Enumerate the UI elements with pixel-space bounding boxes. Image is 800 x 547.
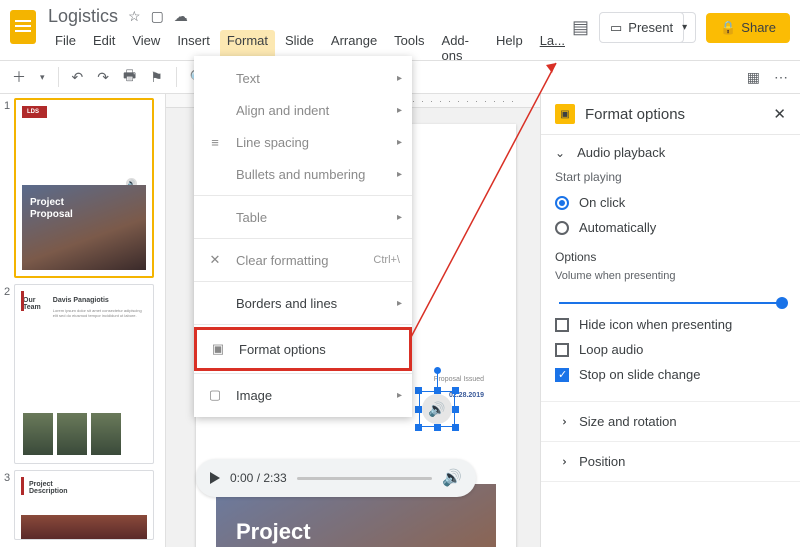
position-section[interactable]: ⌄ Position — [541, 442, 800, 482]
radio-automatically[interactable]: Automatically — [555, 215, 786, 240]
print-button[interactable]: 🖶 — [119, 61, 140, 93]
redo-button[interactable]: ↷ — [93, 65, 113, 90]
format-menu-dropdown: Text▸ Align and indent▸ ≡Line spacing▸ B… — [194, 56, 412, 417]
volume-label: Volume when presenting — [555, 270, 786, 282]
radio-on-click[interactable]: On click — [555, 190, 786, 215]
menu-help[interactable]: Help — [489, 30, 530, 66]
lock-icon: 🔒 — [720, 20, 736, 36]
checkbox-icon — [555, 368, 569, 382]
audio-object-selected[interactable]: 🔊 — [419, 391, 455, 427]
clear-format-icon: ✕ — [206, 252, 224, 268]
submenu-arrow-icon: ▸ — [397, 137, 402, 148]
player-time: 0:00 / 2:33 — [230, 471, 287, 485]
audio-playback-section[interactable]: ⌄ Audio playback — [555, 145, 786, 160]
new-slide-button[interactable]: ＋ — [8, 63, 30, 91]
menu-file[interactable]: File — [48, 30, 83, 66]
slide-thumb-3[interactable]: Project Description — [14, 470, 154, 540]
menu-format-options[interactable]: ▣Format options — [194, 327, 412, 371]
menu-last[interactable]: La... — [533, 30, 572, 66]
meta-label: Proposal Issued — [434, 376, 484, 383]
present-dropdown[interactable]: ▾ — [674, 12, 696, 43]
resize-handle[interactable] — [434, 387, 441, 394]
share-button[interactable]: 🔒 Share — [706, 13, 790, 43]
menu-table[interactable]: Table▸ — [194, 201, 412, 233]
submenu-arrow-icon: ▸ — [397, 73, 402, 84]
menu-addons[interactable]: Add-ons — [435, 30, 486, 66]
submenu-arrow-icon: ▸ — [397, 390, 402, 401]
radio-icon — [555, 221, 569, 235]
check-stop-change[interactable]: Stop on slide change — [555, 362, 786, 387]
submenu-arrow-icon: ▸ — [397, 298, 402, 309]
volume-icon[interactable]: 🔊 — [442, 468, 462, 488]
volume-slider[interactable] — [559, 302, 782, 304]
options-label: Options — [555, 250, 786, 264]
layout-button[interactable]: ▦ — [743, 65, 764, 90]
header: Logistics ☆ ▢ ☁ File Edit View Insert Fo… — [0, 0, 800, 60]
thumb-number: 3 — [4, 470, 14, 540]
size-rotation-section[interactable]: ⌄ Size and rotation — [541, 402, 800, 442]
present-icon: ▭ — [610, 20, 622, 36]
speaker-icon: 🔊 — [422, 394, 452, 424]
move-icon[interactable]: ▢ — [151, 8, 164, 25]
chevron-down-icon: ⌄ — [555, 146, 565, 160]
format-options-panel: ▣ Format options ✕ ⌄ Audio playback Star… — [540, 94, 800, 547]
seek-bar[interactable] — [297, 477, 432, 480]
submenu-arrow-icon: ▸ — [397, 105, 402, 116]
slide-thumb-1[interactable]: LDS 🔊 Project Proposal — [14, 98, 154, 278]
menu-borders-lines[interactable]: Borders and lines▸ — [194, 287, 412, 319]
format-options-icon: ▣ — [555, 104, 575, 124]
menu-line-spacing[interactable]: ≡Line spacing▸ — [194, 126, 412, 158]
check-hide-icon[interactable]: Hide icon when presenting — [555, 312, 786, 337]
image-icon: ▢ — [206, 387, 224, 403]
resize-handle[interactable] — [415, 387, 422, 394]
resize-handle[interactable] — [415, 406, 422, 413]
doc-title[interactable]: Logistics — [48, 6, 118, 27]
undo-button[interactable]: ↶ — [68, 65, 88, 90]
present-button[interactable]: ▭ Present — [599, 12, 684, 43]
paint-format-button[interactable]: ⚑ — [146, 65, 167, 90]
menu-text[interactable]: Text▸ — [194, 62, 412, 94]
menu-clear-formatting[interactable]: ✕Clear formattingCtrl+\ — [194, 244, 412, 276]
chevron-right-icon: ⌄ — [555, 456, 569, 466]
thumb-lds-badge: LDS — [22, 106, 47, 118]
resize-handle[interactable] — [452, 424, 459, 431]
panel-title: Format options — [585, 106, 685, 123]
resize-handle[interactable] — [452, 406, 459, 413]
checkbox-icon — [555, 343, 569, 357]
close-button[interactable]: ✕ — [773, 105, 786, 123]
start-playing-label: Start playing — [555, 170, 786, 184]
format-options-icon: ▣ — [209, 341, 227, 357]
slide-thumbnails: 1 LDS 🔊 Project Proposal 2 Our Team — [0, 94, 166, 547]
resize-handle[interactable] — [415, 424, 422, 431]
submenu-arrow-icon: ▸ — [397, 169, 402, 180]
comments-icon[interactable]: ▤ — [572, 17, 589, 38]
resize-handle[interactable] — [452, 387, 459, 394]
chevron-right-icon: ⌄ — [555, 416, 569, 426]
menu-image[interactable]: ▢Image▸ — [194, 379, 412, 411]
resize-handle[interactable] — [434, 424, 441, 431]
submenu-arrow-icon: ▸ — [397, 212, 402, 223]
check-loop-audio[interactable]: Loop audio — [555, 337, 786, 362]
slide-thumb-2[interactable]: Our Team Davis Panagiotis Lorem ipsum do… — [14, 284, 154, 464]
star-icon[interactable]: ☆ — [128, 8, 141, 25]
cloud-icon[interactable]: ☁ — [174, 8, 188, 25]
slides-logo[interactable] — [10, 10, 36, 44]
thumb-number: 1 — [4, 98, 14, 278]
menu-bullets[interactable]: Bullets and numbering▸ — [194, 158, 412, 190]
more-button[interactable]: ⋯ — [770, 65, 792, 90]
radio-icon — [555, 196, 569, 210]
menu-align-indent[interactable]: Align and indent▸ — [194, 94, 412, 126]
menu-edit[interactable]: Edit — [86, 30, 122, 66]
line-spacing-icon: ≡ — [206, 135, 224, 150]
audio-player: 0:00 / 2:33 🔊 — [196, 459, 476, 497]
thumb-number: 2 — [4, 284, 14, 464]
play-button[interactable] — [210, 472, 220, 484]
checkbox-icon — [555, 318, 569, 332]
rotate-handle[interactable] — [437, 373, 438, 387]
new-slide-caret[interactable]: ▾ — [36, 68, 49, 87]
